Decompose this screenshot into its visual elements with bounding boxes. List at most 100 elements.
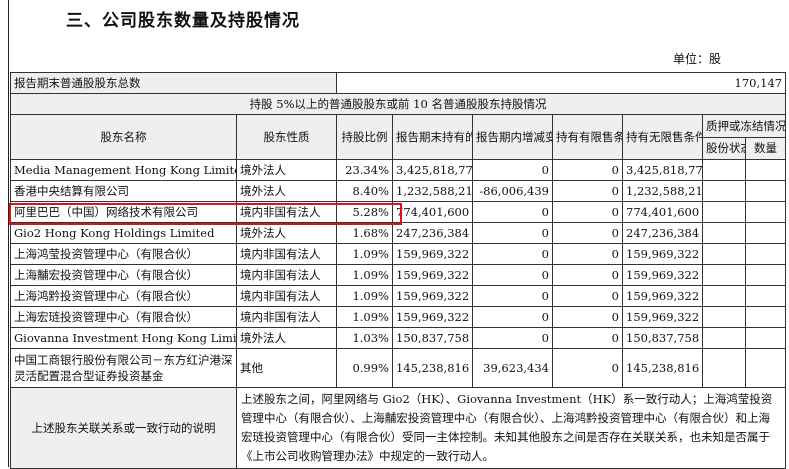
holder-unrestricted: 3,425,818,777 [622, 159, 703, 181]
holder-restricted: 0 [552, 348, 623, 388]
holder-ratio: 1.68% [336, 222, 393, 244]
header-pledge-qty: 数量 [744, 136, 787, 160]
holder-restricted: 0 [552, 285, 623, 307]
holder-pledge-status [702, 243, 746, 265]
section-title: 三、公司股东数量及持股情况 [66, 11, 300, 31]
holder-pledge-qty [744, 348, 787, 388]
holder-change: 0 [472, 243, 553, 265]
holder-ratio: 23.34% [336, 159, 393, 181]
holder-ratio: 1.09% [336, 264, 393, 286]
holder-unrestricted: 247,236,384 [622, 222, 703, 244]
holder-pledge-qty [744, 180, 787, 202]
holder-name: Media Management Hong Kong Limited [10, 159, 237, 181]
table-row: 香港中央结算有限公司 境外法人 8.40% 1,232,588,214 -86,… [10, 180, 787, 202]
holder-held: 247,236,384 [392, 222, 473, 244]
holder-nature: 境内非国有法人 [236, 264, 337, 286]
holder-ratio: 1.09% [336, 306, 393, 328]
holder-held: 774,401,600 [392, 201, 473, 223]
holder-name: 阿里巴巴（中国）网络技术有限公司 [10, 201, 237, 223]
holder-pledge-qty [744, 327, 787, 349]
total-label: 报告期末普通股股东总数 [10, 72, 337, 94]
holder-ratio: 1.03% [336, 327, 393, 349]
holder-held: 1,232,588,214 [392, 180, 473, 202]
holder-nature: 境内非国有法人 [236, 243, 337, 265]
holder-nature: 境内非国有法人 [236, 306, 337, 328]
holder-held: 159,969,322 [392, 306, 473, 328]
relation-label: 上述股东关联关系或一致行动的说明 [10, 387, 237, 469]
holder-pledge-status [702, 159, 746, 181]
holder-change: 39,623,434 [472, 348, 553, 388]
holder-change: 0 [472, 306, 553, 328]
header-change: 报告期内增减变动情况 [472, 114, 553, 160]
header-ratio: 持股比例 [336, 114, 393, 160]
holder-name: 上海黼宏投资管理中心（有限合伙） [10, 264, 237, 286]
holder-change: 0 [472, 222, 553, 244]
holder-unrestricted: 159,969,322 [622, 264, 703, 286]
header-held-end: 报告期末持有的普通股数量 [392, 114, 473, 160]
holder-restricted: 0 [552, 306, 623, 328]
table-body: 报告期末普通股股东总数 170,147 持股 5%以上的普通股股东或前 10 名… [9, 72, 787, 469]
total-value: 170,147 [335, 72, 787, 94]
holder-pledge-status [702, 201, 746, 223]
holder-pledge-qty [744, 285, 787, 307]
table-row: 上海黼宏投资管理中心（有限合伙） 境内非国有法人 1.09% 159,969,3… [10, 264, 787, 286]
holder-pledge-status [702, 222, 746, 244]
holder-change: 0 [472, 201, 553, 223]
holder-ratio: 1.09% [336, 285, 393, 307]
holder-name: Gio2 Hong Kong Holdings Limited [10, 222, 237, 244]
holder-restricted: 0 [552, 159, 623, 181]
holder-restricted: 0 [552, 180, 623, 202]
holder-nature: 境内非国有法人 [236, 285, 337, 307]
holder-nature: 境内非国有法人 [236, 201, 337, 223]
table-row: 中国工商银行股份有限公司－东方红沪港深灵活配置混合型证券投资基金 其他 0.99… [10, 348, 787, 388]
holder-unrestricted: 1,232,588,214 [622, 180, 703, 202]
header-row-1: 股东名称 股东性质 持股比例 报告期末持有的普通股数量 报告期内增减变动情况 持… [10, 114, 787, 160]
holder-unrestricted: 145,238,816 [622, 348, 703, 388]
holder-pledge-status [702, 327, 746, 349]
holder-pledge-status [702, 264, 746, 286]
holder-change: 0 [472, 327, 553, 349]
holder-held: 150,837,758 [392, 327, 473, 349]
holder-change: 0 [472, 264, 553, 286]
top10-title-row: 持股 5%以上的普通股股东或前 10 名普通股股东持股情况 [9, 93, 787, 115]
header-name: 股东名称 [10, 114, 237, 160]
holder-nature: 境外法人 [236, 222, 337, 244]
table-row-highlighted: 阿里巴巴（中国）网络技术有限公司 境内非国有法人 5.28% 774,401,6… [10, 201, 787, 223]
holder-held: 159,969,322 [392, 243, 473, 265]
header-nature: 股东性质 [236, 114, 337, 160]
holder-name: Giovanna Investment Hong Kong Limited [10, 327, 237, 349]
holder-unrestricted: 159,969,322 [622, 306, 703, 328]
holder-name: 上海鸿莹投资管理中心（有限合伙） [10, 243, 237, 265]
holder-restricted: 0 [552, 201, 623, 223]
holder-name: 香港中央结算有限公司 [10, 180, 237, 202]
holder-pledge-qty [744, 201, 787, 223]
holder-pledge-qty [744, 222, 787, 244]
holder-ratio: 5.28% [336, 201, 393, 223]
holder-pledge-status [702, 285, 746, 307]
holder-change: 0 [472, 285, 553, 307]
table-row: 上海宏琏投资管理中心（有限合伙） 境内非国有法人 1.09% 159,969,3… [10, 306, 787, 328]
holder-name: 上海鸿黔投资管理中心（有限合伙） [10, 285, 237, 307]
holder-nature: 境外法人 [236, 159, 337, 181]
holder-held: 145,238,816 [392, 348, 473, 388]
holder-pledge-status [702, 306, 746, 328]
holder-pledge-qty [744, 243, 787, 265]
holder-unrestricted: 159,969,322 [622, 243, 703, 265]
holder-unrestricted: 774,401,600 [622, 201, 703, 223]
holder-held: 159,969,322 [392, 285, 473, 307]
header-pledge-status: 股份状态 [702, 136, 746, 160]
holder-pledge-qty [744, 264, 787, 286]
table-row: 上海鸿莹投资管理中心（有限合伙） 境内非国有法人 1.09% 159,969,3… [10, 243, 787, 265]
holder-unrestricted: 159,969,322 [622, 285, 703, 307]
holder-held: 159,969,322 [392, 264, 473, 286]
holder-ratio: 1.09% [336, 243, 393, 265]
holder-change: 0 [472, 159, 553, 181]
holder-pledge-status [702, 348, 746, 388]
header-pledge: 质押或冻结情况 [701, 114, 787, 138]
unit-label: 单位：股 [673, 52, 722, 66]
holder-held: 3,425,818,777 [392, 159, 473, 181]
left-border-line [8, 0, 9, 467]
shareholder-table: 报告期末普通股股东总数 170,147 持股 5%以上的普通股股东或前 10 名… [9, 72, 787, 469]
table-row: 上海鸿黔投资管理中心（有限合伙） 境内非国有法人 1.09% 159,969,3… [10, 285, 787, 307]
holder-change: -86,006,439 [472, 180, 553, 202]
